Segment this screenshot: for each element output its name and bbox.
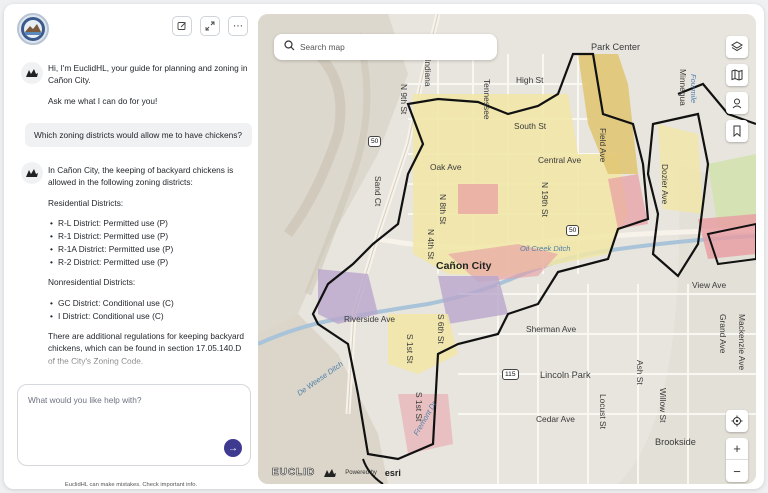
label-cedar-ave: Cedar Ave	[536, 414, 575, 424]
label-minnequa: Minnequa	[678, 69, 688, 106]
zoom-in-button[interactable]: +	[726, 438, 748, 460]
esri-logo: esri	[384, 467, 401, 478]
list-item: R-1 District: Permitted use (P)	[48, 230, 248, 243]
list-item: R-2 District: Permitted use (P)	[48, 256, 248, 269]
label-high-st: High St	[516, 75, 544, 85]
list-item: I District: Conditional use (C)	[48, 310, 248, 323]
map-view[interactable]: Park Center High St Tennessee Indiana N …	[258, 14, 756, 484]
label-central-ave: Central Ave	[538, 155, 582, 165]
location-pin-icon	[732, 98, 742, 109]
list-item: GC District: Conditional use (C)	[48, 297, 248, 310]
zoom-controls: + −	[726, 410, 748, 482]
assistant-answer: In Cañon City, the keeping of backyard c…	[48, 164, 248, 375]
label-grand-ave: Grand Ave	[718, 314, 728, 354]
answer-intro: In Cañon City, the keeping of backyard c…	[48, 165, 234, 188]
label-n-4th-st: N 4th St	[426, 229, 436, 260]
list-item: R-1A District: Permitted use (P)	[48, 243, 248, 256]
assistant-greeting: Hi, I'm EuclidHL, your guide for plannin…	[48, 62, 248, 115]
label-riverside-ave: Riverside Ave	[344, 314, 396, 324]
bookmark-icon	[733, 125, 741, 137]
layers-icon	[731, 41, 743, 52]
label-n-8th-st: N 8th St	[438, 194, 448, 225]
label-dozier-ave: Dozier Ave	[660, 164, 670, 205]
label-s-6th-st: S 6th St	[436, 314, 446, 344]
route-115-shield: 115	[502, 369, 519, 380]
map-attribution: EUCLID Powered by esri	[272, 467, 401, 479]
expand-button[interactable]	[200, 16, 220, 36]
list-item: R-L District: Permitted use (P)	[48, 217, 248, 230]
arrow-right-icon: →	[228, 442, 238, 454]
bookmarks-button[interactable]	[726, 120, 748, 142]
search-icon	[284, 40, 295, 51]
label-oil-creek-ditch: Oil Creek Ditch	[520, 244, 571, 253]
label-fourmile: Fourmile	[689, 74, 698, 104]
us-50-shield: 50	[368, 136, 382, 147]
greeting-text: Hi, I'm EuclidHL, your guide for plannin…	[48, 63, 248, 86]
chat-toolbar: ⋯	[172, 16, 248, 36]
label-n-9th-st: N 9th St	[399, 84, 409, 115]
euclid-bird-icon	[26, 69, 38, 77]
euclid-bird-icon	[26, 169, 38, 177]
chat-input[interactable]: What would you like help with? →	[17, 384, 251, 466]
send-button[interactable]: →	[224, 439, 242, 457]
chat-input-placeholder: What would you like help with?	[28, 395, 142, 405]
nonresidential-list: GC District: Conditional use (C) I Distr…	[48, 297, 248, 323]
map-toolbar	[726, 36, 748, 142]
label-south-st: South St	[514, 121, 547, 131]
map-search-placeholder: Search map	[300, 42, 345, 52]
label-indiana: Indiana	[423, 59, 433, 87]
prompt-text: Ask me what I can do for you!	[48, 95, 158, 106]
label-sherman-ave: Sherman Ave	[526, 324, 577, 334]
map-icon	[731, 69, 743, 81]
nonresidential-heading: Nonresidential Districts:	[48, 277, 136, 288]
more-icon: ⋯	[233, 20, 243, 32]
powered-by-text: Powered by	[345, 469, 377, 476]
residential-heading: Residential Districts:	[48, 197, 124, 208]
user-question-bubble: Which zoning districts would allow me to…	[25, 123, 252, 147]
label-ash-st: Ash St	[635, 360, 645, 385]
location-button[interactable]	[726, 92, 748, 114]
label-sand-ct: Sand Ct	[373, 176, 383, 207]
label-park-center: Park Center	[591, 42, 641, 52]
label-tennessee: Tennessee	[482, 79, 492, 120]
map-search-input[interactable]: Search map	[274, 34, 497, 60]
app-window: ⋯ Hi, I'm EuclidHL, your guide for plann…	[4, 4, 764, 489]
euclid-logo: EUCLID	[272, 467, 316, 479]
label-mackenzie-ave: Mackenzie Ave	[737, 314, 747, 371]
chat-panel: ⋯ Hi, I'm EuclidHL, your guide for plann…	[4, 4, 258, 489]
label-n-19th-st: N 19th St	[540, 182, 550, 217]
expand-icon	[205, 21, 215, 31]
scroll-fade	[4, 349, 258, 375]
label-s-1st-st: S 1st St	[405, 334, 415, 364]
label-lincoln-park: Lincoln Park	[540, 370, 591, 380]
zoom-stack: + −	[726, 438, 748, 482]
label-willow-st: Willow St	[658, 388, 668, 423]
euclid-bird-icon	[324, 468, 337, 477]
edit-button[interactable]	[172, 16, 192, 36]
residential-list: R-L District: Permitted use (P) R-1 Dist…	[48, 217, 248, 269]
label-field-ave: Field Ave	[598, 128, 608, 163]
crosshair-icon	[731, 415, 743, 427]
more-button[interactable]: ⋯	[228, 16, 248, 36]
label-oak-ave: Oak Ave	[430, 162, 462, 172]
edit-icon	[177, 22, 186, 30]
assistant-avatar-2	[21, 162, 43, 184]
us-50-shield-2: 50	[566, 225, 580, 236]
label-canon-city: Cañon City	[436, 260, 492, 272]
label-locust-st: Locust St	[598, 394, 608, 429]
basemap-button[interactable]	[726, 64, 748, 86]
layers-button[interactable]	[726, 36, 748, 58]
assistant-avatar	[21, 62, 43, 84]
locate-me-button[interactable]	[726, 410, 748, 432]
city-seal-logo	[17, 13, 49, 45]
zoom-out-button[interactable]: −	[726, 460, 748, 482]
disclaimer: EuclidHL can make mistakes. Check import…	[64, 482, 198, 488]
label-brookside: Brookside	[655, 437, 696, 447]
label-view-ave: View Ave	[692, 280, 727, 290]
